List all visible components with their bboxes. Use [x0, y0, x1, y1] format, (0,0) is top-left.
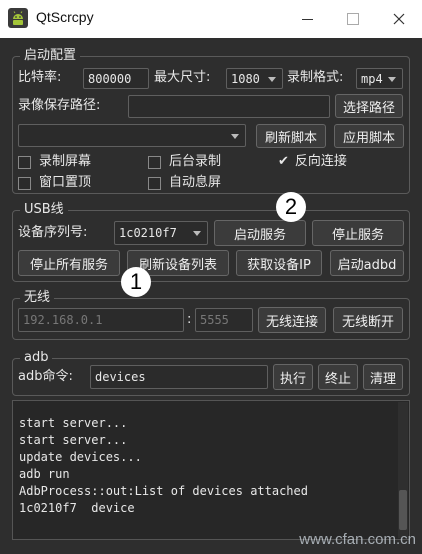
log-scrollbar-thumb[interactable] — [399, 490, 407, 530]
bitrate-value: 800000 — [88, 71, 132, 86]
checkbox-box — [148, 176, 161, 190]
close-button[interactable] — [376, 0, 422, 38]
adb-command-value: devices — [95, 370, 146, 384]
clear-button[interactable]: 清理 — [363, 364, 403, 390]
bitrate-label: 比特率: — [18, 70, 62, 85]
log-line: update devices... — [19, 450, 142, 464]
start-service-button[interactable]: 启动服务 — [214, 220, 306, 246]
usb-group-title: USB线 — [20, 202, 68, 218]
chevron-down-icon — [193, 231, 201, 236]
serial-label: 设备序列号: — [18, 225, 88, 240]
wireless-connect-button[interactable]: 无线连接 — [258, 307, 326, 333]
chevron-down-icon — [388, 76, 396, 82]
adb-command-label: adb命令: — [18, 369, 73, 384]
callout-1: 1 — [121, 267, 151, 297]
max-size-label: 最大尺寸: — [154, 70, 211, 85]
log-line: start server... — [19, 416, 128, 430]
chevron-down-icon — [231, 133, 239, 139]
save-path-label: 录像保存路径: — [18, 98, 101, 113]
close-icon — [393, 13, 405, 25]
background-record-checkbox[interactable]: 后台录制 — [148, 152, 221, 172]
wireless-disconnect-button[interactable]: 无线断开 — [333, 307, 403, 333]
maximize-button[interactable] — [330, 0, 376, 38]
minimize-button[interactable] — [284, 0, 330, 38]
script-select[interactable] — [18, 124, 246, 147]
ip-port-separator: : — [187, 312, 192, 327]
chevron-down-icon — [268, 76, 276, 82]
watermark: www.cfan.com.cn — [299, 531, 416, 548]
wireless-ip-value: 192.168.0.1 — [23, 313, 103, 327]
auto-screen-off-checkbox[interactable]: 自动息屏 — [148, 173, 221, 193]
wireless-group-title: 无线 — [20, 290, 55, 306]
stop-all-services-button[interactable]: 停止所有服务 — [18, 250, 120, 276]
startup-config-title: 启动配置 — [20, 48, 81, 64]
save-path-input[interactable] — [128, 95, 330, 118]
adb-group-title: adb — [20, 350, 53, 366]
reverse-connect-label: 反向连接 — [294, 154, 347, 169]
always-on-top-checkbox[interactable]: 窗口置顶 — [18, 173, 91, 193]
checkbox-box — [148, 155, 161, 169]
record-format-label: 录制格式: — [287, 70, 344, 85]
serial-value: 1c0210f7 — [119, 226, 177, 240]
execute-button[interactable]: 执行 — [273, 364, 313, 390]
refresh-script-button[interactable]: 刷新脚本 — [256, 124, 326, 148]
window-title: QtScrcpy — [36, 9, 94, 25]
log-line: start server... — [19, 433, 128, 447]
get-device-ip-button[interactable]: 获取设备IP — [236, 250, 322, 276]
minimize-icon — [301, 18, 313, 20]
checkbox-box — [18, 155, 31, 169]
checkbox-box — [18, 176, 31, 190]
android-icon — [8, 8, 28, 28]
terminate-button[interactable]: 终止 — [318, 364, 358, 390]
apply-script-button[interactable]: 应用脚本 — [334, 124, 404, 148]
reverse-connect-checkbox[interactable]: ✔ 反向连接 — [278, 152, 347, 172]
wireless-ip-input[interactable]: 192.168.0.1 — [18, 308, 184, 332]
max-size-value: 1080 — [231, 71, 260, 86]
adb-command-input[interactable]: devices — [90, 365, 268, 389]
stop-service-button[interactable]: 停止服务 — [312, 220, 404, 246]
callout-2: 2 — [276, 192, 306, 222]
always-on-top-label: 窗口置顶 — [39, 175, 92, 190]
maximize-icon — [347, 13, 359, 25]
record-screen-label: 录制屏幕 — [39, 154, 92, 169]
serial-select[interactable]: 1c0210f7 — [114, 221, 208, 245]
max-size-select[interactable]: 1080 — [226, 68, 283, 89]
title-bar[interactable]: QtScrcpy — [0, 0, 422, 38]
wireless-port-value: 5555 — [200, 313, 229, 327]
record-screen-checkbox[interactable]: 录制屏幕 — [18, 152, 91, 172]
background-record-label: 后台录制 — [169, 154, 222, 169]
log-output[interactable]: start server... start server... update d… — [12, 400, 410, 540]
record-format-select[interactable]: mp4 — [356, 68, 403, 89]
select-path-button[interactable]: 选择路径 — [335, 94, 403, 118]
log-line: adb run — [19, 467, 70, 481]
start-adbd-button[interactable]: 启动adbd — [330, 250, 404, 276]
checkmark-icon: ✔ — [278, 154, 289, 169]
wireless-port-input[interactable]: 5555 — [195, 308, 253, 332]
auto-screen-off-label: 自动息屏 — [169, 175, 222, 190]
bitrate-input[interactable]: 800000 — [83, 68, 149, 89]
log-line: AdbProcess::out:List of devices attached — [19, 484, 308, 498]
log-line: 1c0210f7 device — [19, 501, 135, 515]
record-format-value: mp4 — [361, 71, 383, 86]
